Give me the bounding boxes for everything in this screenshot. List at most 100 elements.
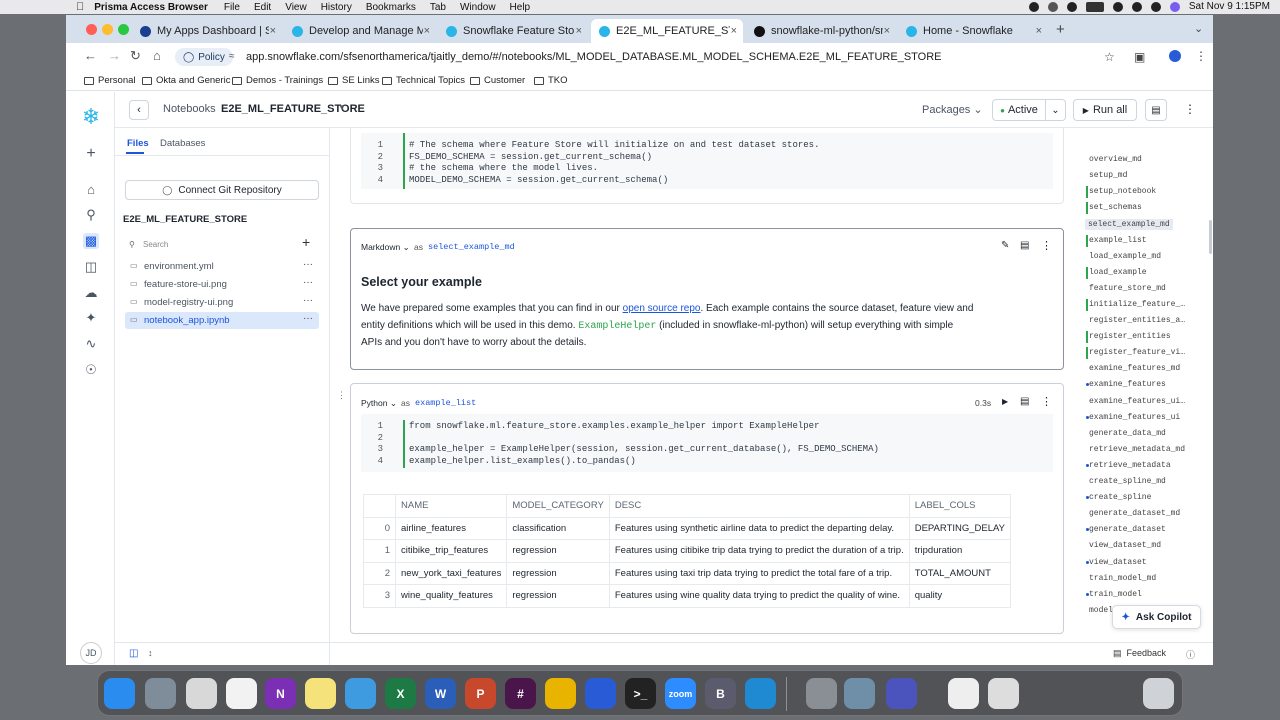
back-button[interactable]: ‹ <box>129 100 149 120</box>
outline-item[interactable]: generate_dataset <box>1089 525 1166 534</box>
outline-item[interactable]: load_example_md <box>1089 252 1161 261</box>
file-item[interactable]: ▭ model-registry-ui.png ··· <box>125 294 319 311</box>
menu-history[interactable]: History <box>321 2 352 13</box>
ai-ml-nav-icon[interactable]: ✦ <box>83 310 99 326</box>
outline-item[interactable]: setup_md <box>1089 171 1127 180</box>
apple-icon[interactable]:  <box>76 1 84 13</box>
dock-excel-icon[interactable]: X <box>385 678 416 709</box>
outline-item[interactable]: generate_dataset_md <box>1089 509 1180 518</box>
collapse-icon[interactable]: ▤ <box>1020 240 1029 251</box>
zoom-status-icon[interactable] <box>1047 1 1058 12</box>
tab-files[interactable]: Files <box>127 138 149 149</box>
moon-icon[interactable] <box>1066 1 1077 12</box>
address-bar[interactable]: app.snowflake.com/sfsenorthamerica/tjait… <box>246 51 942 63</box>
file-more-icon[interactable]: ··· <box>303 313 313 324</box>
markdown-cell[interactable]: Markdown ⌄ as select_example_md ✎ ▤ ⋮ Se… <box>350 228 1064 370</box>
dock-finder-icon[interactable] <box>104 678 135 709</box>
battery-icon[interactable] <box>1085 1 1104 12</box>
dock-stickies-icon[interactable] <box>305 678 336 709</box>
outline-item[interactable]: examine_features_md <box>1089 364 1180 373</box>
dock-slack-icon[interactable]: # <box>505 678 536 709</box>
site-info-icon[interactable]: ≈ <box>229 51 235 62</box>
outline-item[interactable]: examine_features_ui… <box>1089 397 1185 406</box>
menu-file[interactable]: File <box>224 2 240 13</box>
forward-icon[interactable]: → <box>108 48 121 63</box>
outline-item[interactable]: generate_data_md <box>1089 429 1166 438</box>
data-nav-icon[interactable]: ◫ <box>83 259 99 275</box>
tab-search-icon[interactable]: ⌄ <box>1194 22 1203 35</box>
browser-tab[interactable]: My Apps Dashboard | Snowfl× <box>132 19 282 43</box>
outline-item[interactable]: view_dataset_md <box>1089 541 1161 550</box>
status-dropdown-icon[interactable]: ⌄ <box>1046 99 1066 121</box>
close-tab-icon[interactable]: × <box>731 25 737 37</box>
ask-copilot-button[interactable]: ✦ Ask Copilot <box>1112 605 1201 629</box>
collapse-icon[interactable]: ▤ <box>1020 396 1029 407</box>
outline-item[interactable]: retrieve_metadata <box>1089 461 1171 470</box>
file-more-icon[interactable]: ··· <box>303 277 313 288</box>
bookmark-3[interactable]: SE Links <box>328 75 380 86</box>
admin-nav-icon[interactable]: ☉ <box>83 362 99 378</box>
search-nav-icon[interactable]: ⚲ <box>83 207 99 223</box>
file-item[interactable]: ▭ feature-store-ui.png ··· <box>125 276 319 293</box>
chevron-down-icon[interactable]: ▼ <box>338 103 346 112</box>
feedback-button[interactable]: ▤ Feedback <box>1113 648 1166 659</box>
browser-tab[interactable]: Develop and Manage ML Mod× <box>284 19 436 43</box>
outline-item[interactable]: initialize_feature_… <box>1089 300 1185 309</box>
dock-bbedit-icon[interactable]: B <box>705 678 736 709</box>
app-menu-name[interactable]: Prisma Access Browser <box>94 2 208 13</box>
browser-tab[interactable]: Home - Snowflake × <box>898 19 1048 43</box>
drag-handle-icon[interactable]: ⋮ <box>337 390 346 401</box>
bookmark-star-icon[interactable]: ☆ <box>1104 50 1115 64</box>
bookmark-6[interactable]: TKO <box>534 75 568 86</box>
bookmark-5[interactable]: Customer <box>470 75 525 86</box>
outline-item[interactable]: register_feature_vi… <box>1089 348 1185 357</box>
dock-chrome-icon[interactable] <box>545 678 576 709</box>
snowflake-logo-icon[interactable]: ❄ <box>80 104 102 129</box>
dock-onenote-icon[interactable]: N <box>265 678 296 709</box>
menu-tab[interactable]: Tab <box>430 2 446 13</box>
cell-name[interactable]: select_example_md <box>428 242 515 252</box>
extensions-icon[interactable]: ▣ <box>1134 50 1145 64</box>
code-cell-schemas[interactable]: 1 # The schema where Feature Store will i… <box>350 128 1064 204</box>
dock-teams-icon[interactable] <box>886 678 917 709</box>
recording-icon[interactable] <box>1028 1 1039 12</box>
more-options-icon[interactable]: ⋮ <box>1184 102 1196 116</box>
dock-powerpoint-icon[interactable]: P <box>465 678 496 709</box>
outline-item[interactable]: view_dataset <box>1089 558 1147 567</box>
dock-files-icon[interactable] <box>948 678 979 709</box>
close-tab-icon[interactable]: × <box>884 25 890 37</box>
menu-bookmarks[interactable]: Bookmarks <box>366 2 416 13</box>
outline-scrollbar[interactable] <box>1209 220 1212 254</box>
outline-item[interactable]: feature_store_md <box>1089 284 1166 293</box>
outline-item[interactable]: create_spline <box>1089 493 1151 502</box>
close-tab-icon[interactable]: × <box>576 25 582 37</box>
dock-vscode-icon[interactable] <box>745 678 776 709</box>
dock-zoom-icon[interactable]: zoom <box>665 678 696 709</box>
dock-terminal-icon[interactable]: >_ <box>625 678 656 709</box>
outline-item[interactable]: create_spline_md <box>1089 477 1166 486</box>
outline-item[interactable]: setup_notebook <box>1089 187 1156 196</box>
browser-tab[interactable]: E2E_ML_FEATURE_STORE -× <box>591 19 743 43</box>
create-plus-icon[interactable]: + <box>83 145 99 162</box>
policy-badge[interactable]: ◯ Policy <box>175 48 233 66</box>
close-tab-icon[interactable]: × <box>424 25 430 37</box>
dock-trash-icon[interactable] <box>1143 678 1174 709</box>
outline-item[interactable]: set_schemas <box>1089 203 1142 212</box>
cell-type-selector[interactable]: Markdown ⌄ <box>361 242 410 253</box>
code-editor[interactable]: 1 # The schema where Feature Store will i… <box>361 133 1053 189</box>
dock-launchpad-icon[interactable] <box>145 678 176 709</box>
code-editor[interactable]: 1 from snowflake.ml.feature_store.example… <box>361 414 1053 472</box>
cell-type-selector[interactable]: Python ⌄ <box>361 398 397 409</box>
outline-item[interactable]: overview_md <box>1089 155 1142 164</box>
help-icon[interactable]: ⓘ <box>1186 648 1195 661</box>
panel-toggle-icon[interactable]: ◫ <box>129 648 138 659</box>
browser-tab[interactable]: snowflake-ml-python/snowfl× <box>746 19 896 43</box>
browser-menu-icon[interactable]: ⋮ <box>1195 49 1207 63</box>
projects-nav-icon[interactable]: ▩ <box>83 233 99 249</box>
file-item[interactable]: ▭ environment.yml ··· <box>125 258 319 275</box>
dock-word-icon[interactable]: W <box>425 678 456 709</box>
cell-more-icon[interactable]: ⋮ <box>1041 395 1052 408</box>
dock-preview-icon[interactable] <box>844 678 875 709</box>
open-source-repo-link[interactable]: open source repo <box>623 303 701 314</box>
file-search-input[interactable]: Search <box>143 240 168 249</box>
